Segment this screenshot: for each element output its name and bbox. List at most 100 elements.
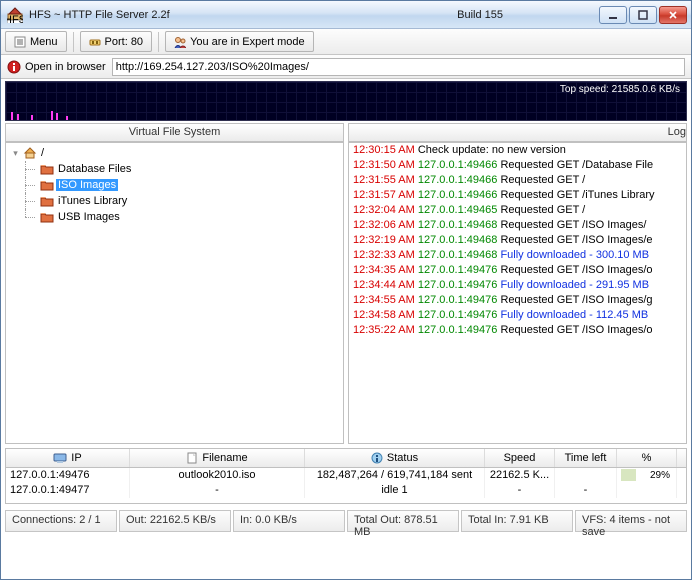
log-msg: Fully downloaded - 112.45 MB <box>500 309 648 321</box>
app-icon: HFS <box>7 7 23 23</box>
connection-row[interactable]: 127.0.0.1:49477-idle 1-- <box>6 483 686 498</box>
log-timestamp: 12:32:19 AM <box>353 234 415 246</box>
log-row[interactable]: 12:32:33 AM 127.0.0.1:49468 Fully downlo… <box>349 248 686 263</box>
svg-text:HFS: HFS <box>7 14 23 23</box>
log-timestamp: 12:31:57 AM <box>353 189 415 201</box>
folder-icon <box>40 179 54 191</box>
log-ip: 127.0.0.1:49466 <box>418 159 498 171</box>
mode-button[interactable]: You are in Expert mode <box>165 31 314 52</box>
log-row[interactable]: 12:32:04 AM 127.0.0.1:49465 Requested GE… <box>349 203 686 218</box>
log-timestamp: 12:34:58 AM <box>353 309 415 321</box>
status-connections: Connections: 2 / 1 <box>5 510 117 532</box>
log-row[interactable]: 12:34:44 AM 127.0.0.1:49476 Fully downlo… <box>349 278 686 293</box>
log-ip: 127.0.0.1:49476 <box>418 324 498 336</box>
close-button[interactable] <box>659 6 687 24</box>
tree-item-label: USB Images <box>56 211 122 223</box>
toolbar: Menu Port: 80 You are in Expert mode <box>1 29 691 55</box>
tree-item[interactable]: Database Files <box>10 161 341 177</box>
url-input[interactable] <box>112 58 685 76</box>
address-bar: Open in browser <box>1 55 691 79</box>
log-msg: Requested GET /ISO Images/g <box>500 294 652 306</box>
user-icon <box>174 36 186 48</box>
folder-icon <box>40 211 54 223</box>
log-timestamp: 12:31:55 AM <box>353 174 415 186</box>
tree-item-label: iTunes Library <box>56 195 129 207</box>
log-msg: Requested GET /iTunes Library <box>500 189 654 201</box>
cell-filename: outlook2010.iso <box>130 468 305 483</box>
log-msg: Check update: no new version <box>418 144 566 156</box>
ip-icon <box>53 452 67 464</box>
log-row[interactable]: 12:31:50 AM 127.0.0.1:49466 Requested GE… <box>349 158 686 173</box>
log-ip: 127.0.0.1:49476 <box>418 279 498 291</box>
tree-item[interactable]: iTunes Library <box>10 193 341 209</box>
log-row[interactable]: 12:34:35 AM 127.0.0.1:49476 Requested GE… <box>349 263 686 278</box>
collapse-icon[interactable]: ▾ <box>10 148 21 159</box>
log-panel[interactable]: 12:30:15 AM Check update: no new version… <box>348 142 687 444</box>
maximize-button[interactable] <box>629 6 657 24</box>
col-pct[interactable]: % <box>617 449 677 467</box>
titlebar[interactable]: HFS HFS ~ HTTP File Server 2.2f Build 15… <box>1 1 691 29</box>
log-ip: 127.0.0.1:49465 <box>418 204 498 216</box>
log-ip: 127.0.0.1:49468 <box>418 249 498 261</box>
col-speed[interactable]: Speed <box>485 449 555 467</box>
log-row[interactable]: 12:31:57 AM 127.0.0.1:49466 Requested GE… <box>349 188 686 203</box>
log-msg: Requested GET /ISO Images/e <box>500 234 652 246</box>
open-in-browser-link[interactable]: Open in browser <box>7 60 106 74</box>
port-button[interactable]: Port: 80 <box>80 31 153 52</box>
tree-item-label: Database Files <box>56 163 133 175</box>
cell-speed: - <box>485 483 555 498</box>
status-total-in: Total In: 7.91 KB <box>461 510 573 532</box>
log-timestamp: 12:34:35 AM <box>353 264 415 276</box>
log-msg: Requested GET / <box>500 204 585 216</box>
col-ip[interactable]: IP <box>6 449 130 467</box>
log-row[interactable]: 12:31:55 AM 127.0.0.1:49466 Requested GE… <box>349 173 686 188</box>
tree-item[interactable]: ISO Images <box>10 177 341 193</box>
status-icon <box>371 452 383 464</box>
vfs-tree[interactable]: ▾ / Database Files ISO Images iTunes Lib… <box>5 142 344 444</box>
cell-filename: - <box>130 483 305 498</box>
mode-label: You are in Expert mode <box>190 36 305 48</box>
log-msg: Requested GET /ISO Images/ <box>500 219 646 231</box>
log-row[interactable]: 12:34:58 AM 127.0.0.1:49476 Fully downlo… <box>349 308 686 323</box>
window-title: HFS ~ HTTP File Server 2.2f <box>29 9 170 21</box>
log-msg: Fully downloaded - 300.10 MB <box>500 249 649 261</box>
log-ip: 127.0.0.1:49476 <box>418 294 498 306</box>
log-row[interactable]: 12:32:06 AM 127.0.0.1:49468 Requested GE… <box>349 218 686 233</box>
col-status[interactable]: Status <box>305 449 485 467</box>
log-timestamp: 12:31:50 AM <box>353 159 415 171</box>
menu-button[interactable]: Menu <box>5 31 67 52</box>
cell-timeleft <box>555 468 617 483</box>
tree-item[interactable]: USB Images <box>10 209 341 225</box>
folder-icon <box>40 163 54 175</box>
connections-grid[interactable]: 127.0.0.1:49476outlook2010.iso182,487,26… <box>5 468 687 504</box>
status-bar: Connections: 2 / 1 Out: 22162.5 KB/s In:… <box>5 510 687 532</box>
log-timestamp: 12:35:22 AM <box>353 324 415 336</box>
log-row[interactable]: 12:32:19 AM 127.0.0.1:49468 Requested GE… <box>349 233 686 248</box>
cell-pct <box>617 483 677 498</box>
open-label: Open in browser <box>25 61 106 73</box>
log-timestamp: 12:32:33 AM <box>353 249 415 261</box>
log-ip: 127.0.0.1:49466 <box>418 189 498 201</box>
cell-speed: 22162.5 K... <box>485 468 555 483</box>
log-msg: Requested GET /ISO Images/o <box>500 264 652 276</box>
speed-graph[interactable]: Top speed: 21585.0.6 KB/s <box>5 81 687 121</box>
vfs-header: Virtual File System <box>5 123 344 142</box>
col-timeleft[interactable]: Time left <box>555 449 617 467</box>
connection-row[interactable]: 127.0.0.1:49476outlook2010.iso182,487,26… <box>6 468 686 483</box>
minimize-button[interactable] <box>599 6 627 24</box>
log-row[interactable]: 12:35:22 AM 127.0.0.1:49476 Requested GE… <box>349 323 686 338</box>
port-icon <box>89 36 101 48</box>
menu-label: Menu <box>30 36 58 48</box>
log-row[interactable]: 12:30:15 AM Check update: no new version <box>349 143 686 158</box>
cell-pct: 29% <box>617 468 677 483</box>
connections-header[interactable]: IP Filename Status Speed Time left % <box>5 448 687 468</box>
log-msg: Fully downloaded - 291.95 MB <box>500 279 649 291</box>
col-filename[interactable]: Filename <box>130 449 305 467</box>
cell-ip: 127.0.0.1:49477 <box>6 483 130 498</box>
top-speed-label: Top speed: 21585.0.6 KB/s <box>560 84 680 95</box>
tree-root[interactable]: ▾ / <box>10 145 341 161</box>
log-timestamp: 12:32:04 AM <box>353 204 415 216</box>
log-ip: 127.0.0.1:49476 <box>418 264 498 276</box>
log-row[interactable]: 12:34:55 AM 127.0.0.1:49476 Requested GE… <box>349 293 686 308</box>
log-ip: 127.0.0.1:49468 <box>418 234 498 246</box>
